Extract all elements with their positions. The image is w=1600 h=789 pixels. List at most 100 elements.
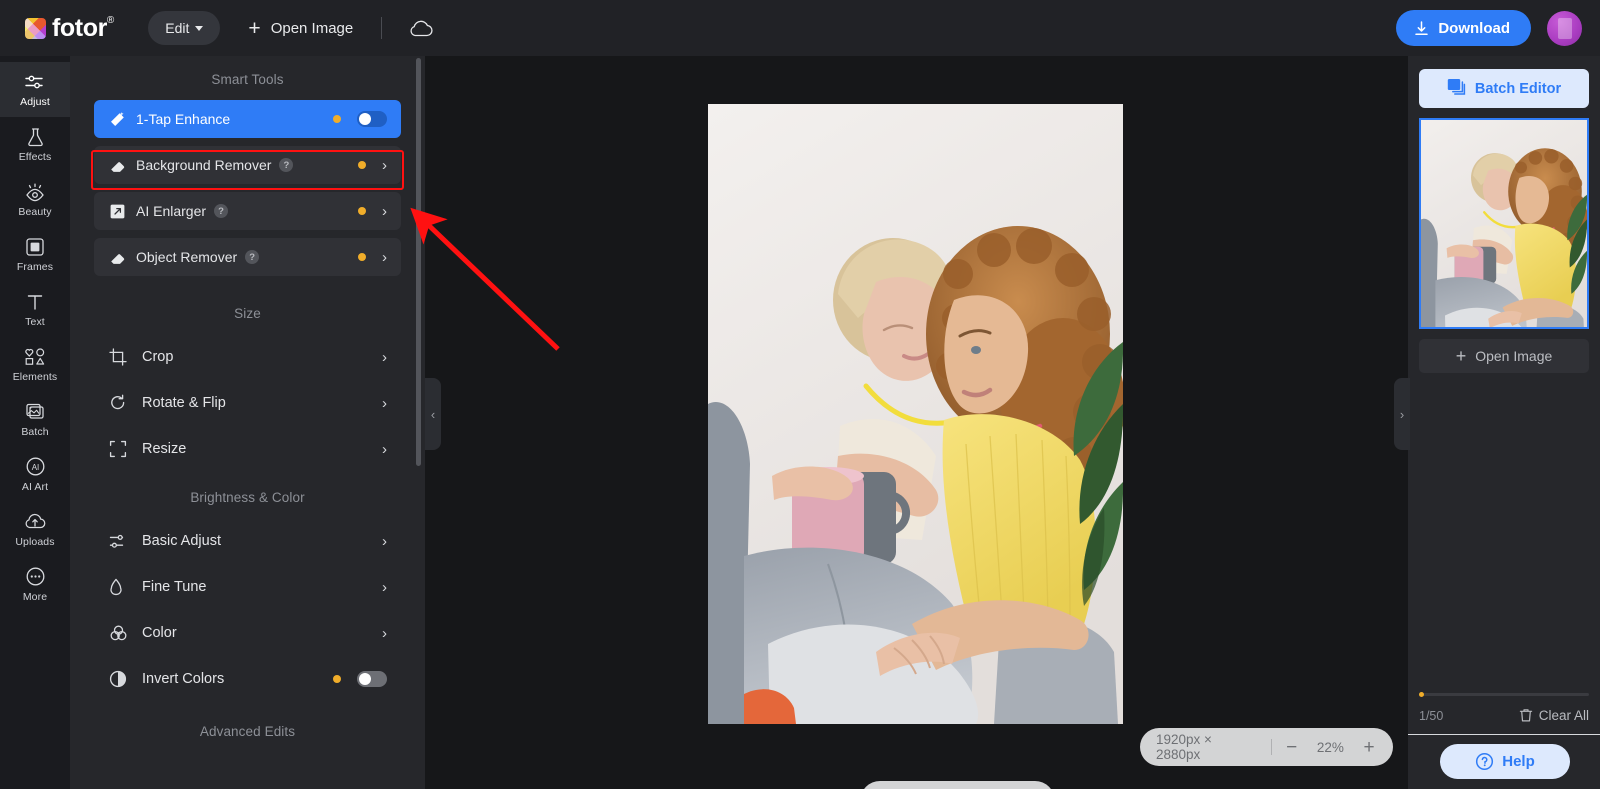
sidebar-item-label: Elements: [12, 370, 58, 383]
sidebar-item-label: Beauty: [18, 205, 52, 218]
tool-row-object-remover[interactable]: Object Remover ? ›: [94, 238, 401, 276]
svg-text:AI: AI: [31, 463, 39, 472]
tool-label: Object Remover: [136, 249, 238, 265]
menu-row-resize[interactable]: Resize ›: [94, 426, 401, 472]
batch-progress-knob[interactable]: [1419, 692, 1424, 697]
menu-label: Basic Adjust: [142, 533, 221, 549]
open-image-label: Open Image: [270, 19, 354, 37]
sidebar-item-text[interactable]: Text: [0, 282, 70, 337]
batch-editor-button[interactable]: Batch Editor: [1419, 69, 1589, 108]
menu-label: Crop: [142, 349, 174, 365]
sidebar-item-ai-art[interactable]: AI AI Art: [0, 447, 70, 502]
top-bar-right: Download: [1396, 0, 1582, 56]
menu-row-invert-colors[interactable]: Invert Colors: [94, 656, 401, 702]
help-icon[interactable]: ?: [279, 158, 294, 172]
main-photo[interactable]: [708, 104, 1123, 724]
tool-label: Background Remover: [136, 157, 272, 173]
help-button[interactable]: Help: [1440, 744, 1570, 779]
chevron-right-icon: ›: [382, 440, 387, 458]
edit-menu-button[interactable]: Edit: [148, 11, 221, 45]
edit-menu-label: Edit: [165, 20, 190, 36]
panel-scrollbar[interactable]: [416, 58, 421, 466]
sidebar-item-label: Effects: [18, 150, 52, 163]
menu-label: Color: [142, 625, 177, 641]
invert-colors-toggle[interactable]: [357, 671, 387, 687]
menu-row-color[interactable]: Color ›: [94, 610, 401, 656]
open-image-batch-button[interactable]: + Open Image: [1419, 339, 1589, 373]
collapse-right-panel-button[interactable]: ›: [1394, 378, 1410, 450]
frame-icon: [25, 237, 45, 257]
pro-badge-dot: [358, 207, 366, 215]
rotate-icon: [109, 394, 131, 412]
zoom-toolbar: 1920px × 2880px − 22% +: [1140, 728, 1393, 766]
menu-row-basic-adjust[interactable]: Basic Adjust ›: [94, 518, 401, 564]
tool-row-background-remover[interactable]: Background Remover ? ›: [94, 146, 401, 184]
avatar-glyph: [1557, 17, 1572, 39]
zoom-percent-label: 22%: [1316, 739, 1344, 755]
help-icon[interactable]: ?: [214, 204, 229, 218]
fotor-logo[interactable]: fotor ®: [25, 15, 114, 41]
sidebar-item-beauty[interactable]: Beauty: [0, 172, 70, 227]
tool-row-one-tap-enhance[interactable]: 1-Tap Enhance: [94, 100, 401, 138]
photo-illustration: [708, 104, 1123, 724]
help-icon[interactable]: ?: [245, 250, 260, 264]
sidebar-item-batch[interactable]: Batch: [0, 392, 70, 447]
tool-row-ai-enlarger[interactable]: AI Enlarger ? ›: [94, 192, 401, 230]
sidebar-item-elements[interactable]: Elements: [0, 337, 70, 392]
thumbnail-image: [1421, 120, 1587, 327]
crop-icon: [109, 348, 131, 366]
upload-cloud-icon: [23, 512, 47, 532]
fotor-editor-window: fotor ® Edit + Open Image Download Adjus…: [0, 0, 1600, 789]
menu-row-rotate-flip[interactable]: Rotate & Flip ›: [94, 380, 401, 426]
clear-all-label: Clear All: [1538, 708, 1589, 723]
help-label: Help: [1502, 753, 1535, 770]
batch-progress-area: 1/50 Clear All: [1419, 692, 1589, 723]
sidebar-item-adjust[interactable]: Adjust: [0, 62, 70, 117]
section-title-size: Size: [234, 306, 261, 321]
sliders-icon: [109, 534, 131, 549]
zoom-in-button[interactable]: +: [1361, 738, 1377, 757]
pro-badge-dot: [358, 161, 366, 169]
canvas-area[interactable]: [425, 56, 1408, 789]
image-dimensions-label: 1920px × 2880px: [1156, 732, 1212, 762]
section-title-brightness-color: Brightness & Color: [190, 490, 305, 505]
zoom-out-button[interactable]: −: [1284, 738, 1300, 757]
menu-label: Invert Colors: [142, 671, 225, 687]
adjust-tool-panel: Smart Tools 1-Tap Enhance Background Rem…: [70, 56, 425, 789]
collapse-left-panel-button[interactable]: ‹: [425, 378, 441, 450]
chevron-right-icon: ›: [382, 532, 387, 550]
ellipsis-circle-icon: [25, 567, 46, 587]
history-toolbar: [860, 781, 1055, 789]
trash-icon: [1519, 709, 1532, 722]
clear-all-button[interactable]: Clear All: [1519, 708, 1589, 723]
download-button[interactable]: Download: [1396, 10, 1531, 46]
sidebar-item-uploads[interactable]: Uploads: [0, 502, 70, 557]
cloud-icon[interactable]: [408, 19, 434, 37]
contrast-icon: [109, 670, 131, 688]
eraser-icon: [109, 249, 131, 266]
thumbnail-item[interactable]: [1419, 118, 1589, 329]
batch-editor-label: Batch Editor: [1474, 80, 1562, 97]
menu-row-crop[interactable]: Crop ›: [94, 334, 401, 380]
menu-row-fine-tune[interactable]: Fine Tune ›: [94, 564, 401, 610]
section-title-smart-tools: Smart Tools: [211, 72, 284, 87]
download-label: Download: [1438, 19, 1510, 37]
sidebar-item-more[interactable]: More: [0, 557, 70, 612]
sidebar-item-frames[interactable]: Frames: [0, 227, 70, 282]
one-tap-enhance-toggle[interactable]: [357, 111, 387, 127]
sliders-icon: [24, 72, 46, 92]
menu-label: Rotate & Flip: [142, 395, 226, 411]
color-circles-icon: [109, 624, 131, 642]
panel-divider: [1408, 734, 1600, 735]
menu-label: Fine Tune: [142, 579, 207, 595]
sidebar-item-effects[interactable]: Effects: [0, 117, 70, 172]
pro-badge-dot: [333, 115, 341, 123]
ai-circle-icon: AI: [25, 457, 46, 477]
open-image-button[interactable]: + Open Image: [248, 18, 353, 39]
batch-progress-track[interactable]: [1419, 692, 1589, 697]
chevron-right-icon: ›: [382, 202, 387, 220]
chevron-right-icon: ›: [382, 348, 387, 366]
resize-icon: [109, 440, 131, 458]
toolbar-divider: [1270, 739, 1272, 755]
avatar[interactable]: [1547, 10, 1582, 46]
